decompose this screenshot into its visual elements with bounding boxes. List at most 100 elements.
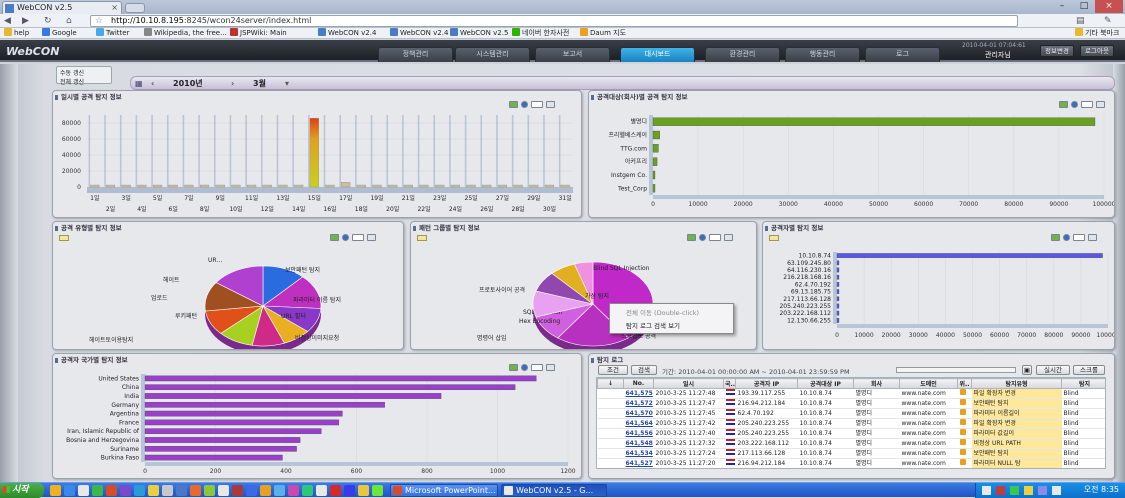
tray-icon[interactable] [1052, 486, 1061, 495]
quicklaunch-app-icon[interactable] [176, 485, 187, 496]
quicklaunch-app-icon[interactable] [316, 485, 327, 496]
log-column-header[interactable]: 국.. [723, 378, 736, 389]
quicklaunch-app-icon[interactable] [358, 485, 369, 496]
realtime-button[interactable]: 실시간 [1036, 365, 1070, 375]
tray-icon[interactable] [1038, 486, 1047, 495]
bookmark-item[interactable]: WebCON v2.4 [318, 28, 376, 38]
log-column-header[interactable]: 공격자 IP [735, 378, 798, 389]
log-column-header[interactable]: 회사 [853, 378, 900, 389]
bookmark-item[interactable]: 네이버 한자사전 [512, 28, 569, 38]
quicklaunch-app-icon[interactable] [274, 485, 285, 496]
quicklaunch-app-icon[interactable] [218, 485, 229, 496]
tray-icon[interactable] [1024, 486, 1033, 495]
calendar-icon[interactable]: ▦ [135, 78, 143, 89]
row-checkbox[interactable] [598, 469, 624, 470]
log-column-header[interactable]: No. [623, 378, 654, 389]
browser-tab[interactable]: WebCON v2.5 × [2, 1, 122, 14]
tray-icon[interactable] [982, 486, 991, 495]
bookmark-item[interactable]: Google [42, 28, 77, 38]
wrench-icon[interactable]: ✎ [1104, 15, 1112, 27]
quicklaunch-app-icon[interactable] [288, 485, 299, 496]
reload-icon[interactable]: ↻ [44, 15, 52, 27]
log-number-link[interactable]: 641,556 [623, 428, 654, 439]
log-number-link[interactable]: 641,534 [623, 448, 654, 459]
log-column-header[interactable]: 도메인 [899, 378, 958, 389]
log-column-header[interactable]: ↓ [597, 378, 624, 389]
menu-tab[interactable]: 환경관리 [705, 47, 780, 62]
search-condition-button[interactable]: 조건 [598, 365, 628, 375]
year-value[interactable]: 2010년 [173, 78, 203, 89]
search-button[interactable]: 검색 [631, 365, 657, 375]
page-menu-icon[interactable]: ▤ [1076, 15, 1085, 27]
row-checkbox[interactable] [597, 448, 624, 459]
log-number-link[interactable]: 641,572 [623, 398, 654, 409]
scroll-button[interactable]: 스크롤 [1073, 365, 1105, 375]
log-number-link[interactable]: 641,575 [623, 388, 654, 399]
menu-tab[interactable]: 대시보드 [620, 47, 695, 62]
table-row[interactable]: 641,556 2010-3-25 11:27:40 205.240.223.255… [597, 428, 1105, 439]
quicklaunch-app-icon[interactable] [330, 485, 341, 496]
row-checkbox[interactable] [597, 458, 624, 468]
star-icon[interactable]: ☆ [95, 16, 103, 26]
quicklaunch-app-icon[interactable] [302, 485, 313, 496]
taskbar-item-powerpoint[interactable]: Microsoft PowerPoint... [390, 484, 498, 497]
bookmark-item[interactable]: JSPWiki: Main [230, 28, 287, 38]
quicklaunch-folder-icon[interactable] [50, 485, 61, 496]
back-icon[interactable]: ◀ [4, 15, 11, 27]
table-row[interactable]: 641,548 2010-3-25 11:27:32 203.222.168.112… [597, 438, 1105, 449]
quicklaunch-app-icon[interactable] [204, 485, 215, 496]
home-icon[interactable]: ⌂ [66, 15, 72, 27]
context-menu-item[interactable]: 탐지 로그 검색 보기 [614, 320, 729, 332]
bookmark-item[interactable]: WebCON v2.4 [390, 28, 448, 38]
log-column-header[interactable]: 일시 [653, 378, 724, 389]
table-row[interactable]: 641,564 2010-3-25 11:27:42 205.240.223.255… [597, 418, 1105, 429]
bookmark-item[interactable]: Wikipedia, the free... [144, 28, 227, 38]
log-scrollbar-horizontal[interactable] [896, 367, 1016, 373]
menu-tab[interactable]: 행동관리 [785, 47, 860, 62]
minimize-icon[interactable]: – [1051, 0, 1073, 13]
logout-button[interactable]: 로그아웃 [1080, 45, 1114, 57]
menu-tab[interactable]: 시스템관리 [455, 47, 530, 62]
bookmark-item[interactable]: Twitter [96, 28, 129, 38]
quicklaunch-app-icon[interactable] [372, 485, 383, 496]
maximize-icon[interactable]: □ [1073, 0, 1095, 13]
log-column-header[interactable]: 공격대상 IP [797, 378, 854, 389]
quicklaunch-app-icon[interactable] [162, 485, 173, 496]
row-checkbox[interactable] [597, 418, 624, 429]
bookmark-item[interactable]: help [4, 28, 29, 38]
log-number-link[interactable]: 641,570 [623, 408, 654, 419]
log-column-header[interactable]: 탐지 [1061, 378, 1105, 389]
table-row[interactable]: 641,527 2010-3-25 11:27:20 216.94.212.184 1… [597, 458, 1105, 468]
quicklaunch-app-icon[interactable] [134, 485, 145, 496]
refresh-control[interactable]: 수동 갱신 전체 갱신 [56, 66, 112, 86]
close-window-icon[interactable]: × [1095, 0, 1123, 13]
bookmark-item[interactable]: WebCON v2.5 [450, 28, 508, 38]
context-menu-item[interactable]: 전체 이동 (Double-click) [614, 307, 729, 319]
bookmark-item[interactable]: Daum 지도 [580, 28, 626, 38]
info-change-button[interactable]: 정보변경 [1040, 45, 1074, 57]
quicklaunch-ie-icon[interactable] [64, 485, 75, 496]
table-row[interactable]: 641,534 2010-3-25 11:27:24 217.113.66.128 1… [597, 448, 1105, 459]
log-number-link[interactable]: 641,548 [623, 438, 654, 449]
print-icon[interactable]: ▣ [1022, 365, 1032, 375]
menu-tab[interactable]: 로그 [865, 47, 940, 62]
next-year-icon[interactable]: › [231, 78, 234, 89]
log-column-header[interactable]: 위.. [957, 378, 972, 389]
log-number-link[interactable]: 641,564 [623, 418, 654, 429]
row-checkbox[interactable] [597, 408, 624, 419]
quicklaunch-chrome-icon[interactable] [78, 485, 89, 496]
quicklaunch-app-icon[interactable] [344, 485, 355, 496]
table-row[interactable]: 641,575 2010-3-25 11:27:48 193.39.117.255 1… [597, 388, 1105, 399]
other-bookmarks[interactable]: 기타 북마크 [1075, 28, 1119, 38]
close-tab-icon[interactable]: × [111, 2, 118, 14]
forward-icon[interactable]: ▶ [22, 15, 29, 27]
menu-tab[interactable]: 정책관리 [378, 47, 453, 62]
quicklaunch-app-icon[interactable] [148, 485, 159, 496]
row-checkbox[interactable] [597, 428, 624, 439]
month-value[interactable]: 3월 [253, 78, 266, 89]
quicklaunch-app-icon[interactable] [232, 485, 243, 496]
row-checkbox[interactable] [597, 438, 624, 449]
tray-icon[interactable] [1010, 486, 1019, 495]
table-row[interactable]: 641,572 2010-3-25 11:27:47 216.94.212.184 1… [597, 398, 1105, 409]
start-button[interactable]: 시작 [0, 483, 44, 498]
